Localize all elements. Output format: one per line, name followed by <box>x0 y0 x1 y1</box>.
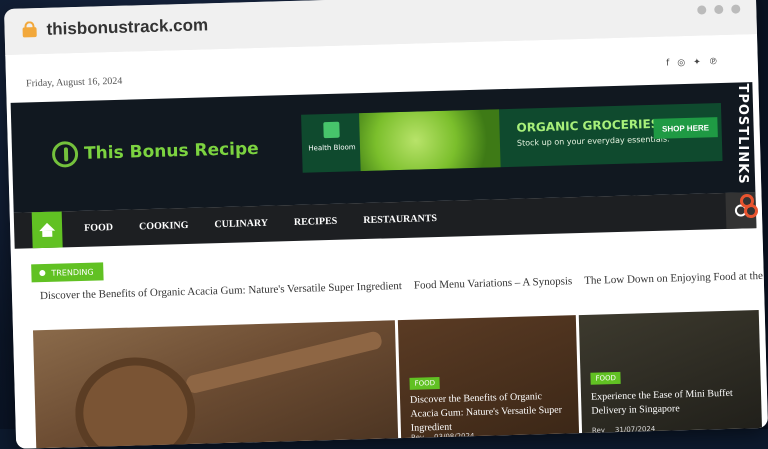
ad-subtitle: Stock up on your everyday essentials. <box>516 134 670 148</box>
watermark-text: GUESTPOSTLINKS <box>735 40 750 185</box>
post-date: 03/08/2024 <box>434 432 475 442</box>
window-dot-icon <box>714 4 724 15</box>
nav-items: FOOD COOKING CULINARY RECIPES RESTAURANT… <box>84 213 437 234</box>
spoon-handle <box>184 330 384 395</box>
author-name[interactable]: Rey <box>592 426 605 434</box>
lettuce-image <box>359 109 501 172</box>
post-title[interactable]: Experience the Ease of Mini Buffet Deliv… <box>591 386 754 419</box>
ticker-link[interactable]: Food Menu Variations – A Synopsis <box>414 275 573 291</box>
featured-main-image[interactable] <box>32 320 399 449</box>
window-dot-icon <box>731 4 741 14</box>
ad-title: ORGANIC GROCERIES <box>516 116 660 135</box>
post-meta: Rey 31/07/2024 <box>592 425 656 435</box>
ticker-link[interactable]: Discover the Benefits of Organic Acacia … <box>40 280 402 302</box>
ad-brand: Health Bloom <box>307 121 356 153</box>
author-name[interactable]: Rey <box>411 433 424 441</box>
social-links: f ◎ ✦ ℗ <box>666 57 718 68</box>
pinterest-icon[interactable]: ℗ <box>709 57 718 67</box>
acacia-gum-spoon <box>73 355 197 449</box>
category-tag[interactable]: FOOD <box>409 376 441 390</box>
site-header: This Bonus Recipe Health Bloom ORGANIC G… <box>10 82 756 213</box>
brand-logo-icon <box>323 121 340 139</box>
leaf-spoon-icon <box>51 140 79 168</box>
post-meta: Rey 03/08/2024 <box>411 432 475 442</box>
web-page: Friday, August 16, 2024 f ◎ ✦ ℗ This Bon… <box>5 33 768 449</box>
window-dot-icon <box>697 5 707 15</box>
link-logo-icon <box>740 194 758 220</box>
post-date: 31/07/2024 <box>614 424 656 435</box>
browser-window: thisbonustrack.com Friday, August 16, 20… <box>4 0 768 449</box>
trending-badge: TRENDING <box>31 262 104 283</box>
category-tag[interactable]: FOOD <box>590 371 622 385</box>
featured-posts: FOOD Discover the Benefits of Organic Ac… <box>32 310 768 449</box>
trending-ticker: TRENDING Discover the Benefits of Organi… <box>31 240 768 314</box>
nav-item-food[interactable]: FOOD <box>84 222 113 234</box>
ticker-list: Discover the Benefits of Organic Acacia … <box>40 269 768 302</box>
nav-item-restaurants[interactable]: RESTAURANTS <box>363 213 437 226</box>
trending-dot-icon <box>39 269 46 277</box>
url-text[interactable]: thisbonustrack.com <box>46 15 208 40</box>
logo-text: This Bonus Recipe <box>83 138 259 164</box>
post-card[interactable]: FOOD Experience the Ease of Mini Buffet … <box>578 310 763 446</box>
home-button[interactable] <box>31 211 63 249</box>
lock-icon <box>22 21 37 38</box>
nav-item-recipes[interactable]: RECIPES <box>294 216 338 228</box>
twitter-icon[interactable]: ✦ <box>693 58 701 68</box>
instagram-icon[interactable]: ◎ <box>677 58 685 68</box>
nav-item-cooking[interactable]: COOKING <box>139 220 189 232</box>
ticker-link[interactable]: The Low Down on Enjoying Food at the Res… <box>584 269 768 287</box>
shop-here-button[interactable]: SHOP HERE <box>653 117 718 139</box>
date-label: Friday, August 16, 2024 <box>25 75 123 90</box>
home-icon <box>38 222 56 232</box>
window-controls <box>697 4 741 15</box>
ad-brand-label: Health Bloom <box>308 143 356 153</box>
nav-item-culinary[interactable]: CULINARY <box>214 218 268 230</box>
facebook-icon[interactable]: f <box>666 58 669 68</box>
ad-banner[interactable]: Health Bloom ORGANIC GROCERIES Stock up … <box>301 103 723 173</box>
trending-label: TRENDING <box>51 267 94 278</box>
site-logo[interactable]: This Bonus Recipe <box>51 136 259 168</box>
